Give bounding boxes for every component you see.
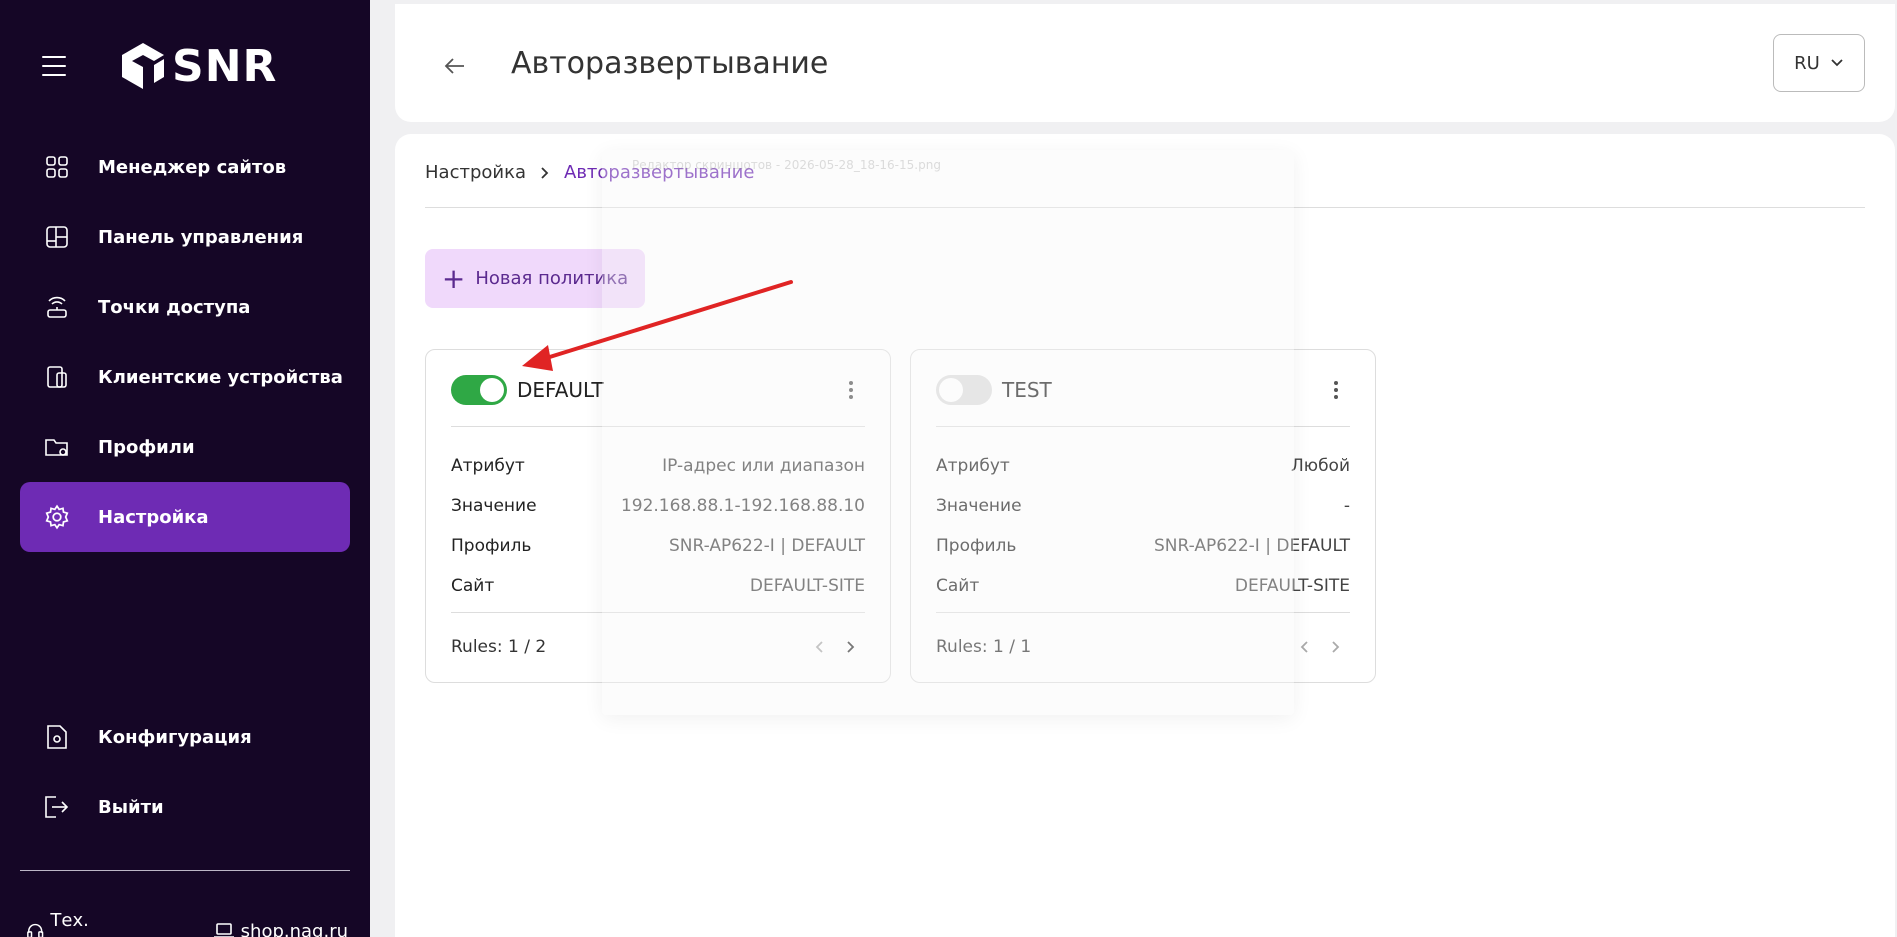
policy-name: TEST bbox=[1002, 378, 1052, 402]
chevron-right-icon[interactable] bbox=[837, 633, 865, 661]
policy-card-test: TEST Атрибут Любой Значение - Профиль SNR-A… bbox=[910, 349, 1376, 683]
file-gear-icon bbox=[42, 722, 72, 752]
card-footer: Rules: 1 / 1 bbox=[936, 632, 1350, 662]
gear-icon bbox=[42, 502, 72, 532]
sidebar-item-label: Профили bbox=[98, 436, 195, 458]
main-content: Настройка Авторазвертывание + Новая поли… bbox=[395, 134, 1895, 937]
sidebar-footer: Тех. поддержка shop.nag.ru bbox=[26, 910, 370, 937]
dashboard-icon bbox=[42, 222, 72, 252]
sidebar-item-client-devices[interactable]: Клиентские устройства bbox=[20, 342, 350, 412]
logo: SNR bbox=[120, 38, 277, 94]
more-vertical-icon[interactable] bbox=[1322, 376, 1350, 404]
policy-name: DEFAULT bbox=[517, 378, 604, 402]
sidebar-item-access-points[interactable]: Точки доступа bbox=[20, 272, 350, 342]
headset-icon bbox=[27, 923, 44, 937]
card-header: DEFAULT bbox=[451, 374, 865, 406]
logo-text: SNR bbox=[172, 40, 278, 92]
snr-logo-icon bbox=[122, 43, 164, 89]
detail-row-site: Сайт DEFAULT-SITE bbox=[936, 576, 1350, 596]
chevron-down-icon bbox=[1831, 59, 1843, 67]
card-footer: Rules: 1 / 2 bbox=[451, 632, 865, 662]
detail-row-value: Значение 192.168.88.1-192.168.88.10 bbox=[451, 496, 865, 516]
card-divider bbox=[451, 612, 865, 613]
sidebar-item-label: Настройка bbox=[98, 506, 209, 528]
card-header: TEST bbox=[936, 374, 1350, 406]
detail-row-site: Сайт DEFAULT-SITE bbox=[451, 576, 865, 596]
policy-details: Атрибут IP-адрес или диапазон Значение 192… bbox=[451, 446, 865, 606]
access-point-icon bbox=[42, 292, 72, 322]
menu-icon[interactable] bbox=[42, 56, 66, 76]
sidebar-item-label: Конфигурация bbox=[98, 726, 252, 748]
language-value: RU bbox=[1794, 52, 1820, 74]
rules-counter: Rules: 1 / 1 bbox=[936, 637, 1032, 657]
detail-row-attribute: Атрибут IP-адрес или диапазон bbox=[451, 456, 865, 476]
sidebar-bottom-nav: Конфигурация Выйти bbox=[20, 702, 350, 842]
card-divider bbox=[451, 426, 865, 427]
more-vertical-icon[interactable] bbox=[837, 376, 865, 404]
logout-icon bbox=[42, 792, 72, 822]
chevron-left-icon[interactable] bbox=[805, 633, 833, 661]
sidebar: SNR Менеджер сайтов Панель управления То… bbox=[0, 0, 370, 937]
sidebar-item-dashboard[interactable]: Панель управления bbox=[20, 202, 350, 272]
back-arrow-icon[interactable] bbox=[441, 52, 469, 80]
header-divider bbox=[425, 207, 1865, 208]
sidebar-item-sites[interactable]: Менеджер сайтов bbox=[20, 132, 350, 202]
folder-gear-icon bbox=[42, 432, 72, 462]
new-policy-button[interactable]: + Новая политика bbox=[425, 249, 645, 308]
plus-icon: + bbox=[441, 261, 466, 295]
sidebar-item-label: Менеджер сайтов bbox=[98, 156, 287, 178]
devices-icon bbox=[42, 362, 72, 392]
sidebar-nav: Менеджер сайтов Панель управления Точки … bbox=[20, 132, 350, 552]
policy-card-default: DEFAULT Атрибут IP-адрес или диапазон Зна… bbox=[425, 349, 891, 683]
detail-row-attribute: Атрибут Любой bbox=[936, 456, 1350, 476]
rules-pager bbox=[801, 633, 865, 661]
grid-icon bbox=[42, 152, 72, 182]
policy-enabled-toggle[interactable] bbox=[451, 375, 507, 405]
page-title: Авторазвертывание bbox=[511, 46, 829, 81]
rules-counter: Rules: 1 / 2 bbox=[451, 637, 547, 657]
detail-row-value: Значение - bbox=[936, 496, 1350, 516]
chevron-left-icon[interactable] bbox=[1290, 633, 1318, 661]
language-select[interactable]: RU bbox=[1773, 34, 1865, 92]
chevron-right-icon[interactable] bbox=[1322, 633, 1350, 661]
rules-pager bbox=[1286, 633, 1350, 661]
policy-enabled-toggle[interactable] bbox=[936, 375, 992, 405]
shop-link[interactable]: shop.nag.ru bbox=[213, 921, 348, 937]
chevron-right-icon bbox=[540, 166, 550, 180]
breadcrumb-current: Авторазвертывание bbox=[564, 162, 755, 183]
sidebar-item-configuration[interactable]: Конфигурация bbox=[20, 702, 350, 772]
support-link[interactable]: Тех. поддержка bbox=[26, 910, 191, 937]
policy-details: Атрибут Любой Значение - Профиль SNR-AP622-… bbox=[936, 446, 1350, 606]
card-divider bbox=[936, 612, 1350, 613]
detail-row-profile: Профиль SNR-AP622-I | DEFAULT bbox=[451, 536, 865, 556]
sidebar-item-label: Выйти bbox=[98, 796, 164, 818]
page-header: Авторазвертывание RU bbox=[395, 4, 1895, 122]
sidebar-item-settings[interactable]: Настройка bbox=[20, 482, 350, 552]
laptop-icon bbox=[213, 923, 234, 937]
sidebar-item-label: Точки доступа bbox=[98, 296, 251, 318]
card-divider bbox=[936, 426, 1350, 427]
breadcrumb: Настройка Авторазвертывание bbox=[425, 162, 754, 183]
detail-row-profile: Профиль SNR-AP622-I | DEFAULT bbox=[936, 536, 1350, 556]
sidebar-item-label: Клиентские устройства bbox=[98, 366, 343, 388]
sidebar-item-profiles[interactable]: Профили bbox=[20, 412, 350, 482]
breadcrumb-parent[interactable]: Настройка bbox=[425, 162, 526, 183]
sidebar-divider bbox=[20, 870, 350, 871]
sidebar-item-logout[interactable]: Выйти bbox=[20, 772, 350, 842]
sidebar-item-label: Панель управления bbox=[98, 226, 304, 248]
